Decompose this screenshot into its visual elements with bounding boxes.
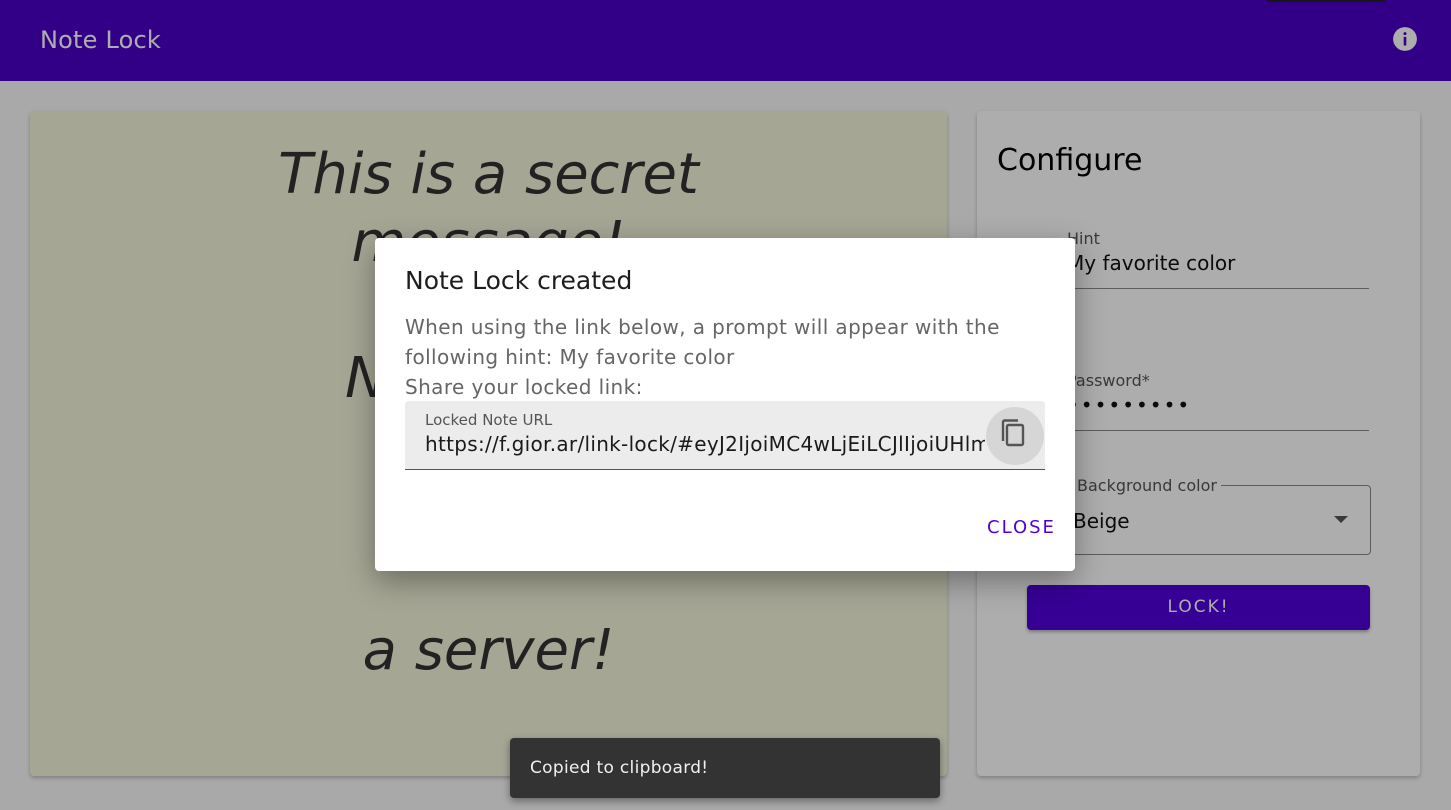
dialog-body: When using the link below, a prompt will… <box>405 312 1045 402</box>
dialog-body-line: When using the link below, a prompt will… <box>405 315 1000 339</box>
locked-url-field[interactable]: Locked Note URL https://f.gior.ar/link-l… <box>405 401 1045 470</box>
locked-url-input[interactable]: https://f.gior.ar/link-lock/#eyJ2IjoiMC4… <box>425 432 985 456</box>
locked-url-label: Locked Note URL <box>425 411 553 429</box>
dialog-body-line: Share your locked link: <box>405 375 643 399</box>
note-lock-created-dialog: Note Lock created When using the link be… <box>375 238 1075 571</box>
dialog-title: Note Lock created <box>405 266 633 295</box>
snackbar: Copied to clipboard! <box>510 738 940 798</box>
snackbar-message: Copied to clipboard! <box>530 758 709 778</box>
copy-icon <box>1001 419 1025 447</box>
dialog-body-line: following hint: My favorite color <box>405 345 735 369</box>
close-button[interactable]: CLOSE <box>987 517 1056 538</box>
copy-button[interactable] <box>986 407 1044 465</box>
